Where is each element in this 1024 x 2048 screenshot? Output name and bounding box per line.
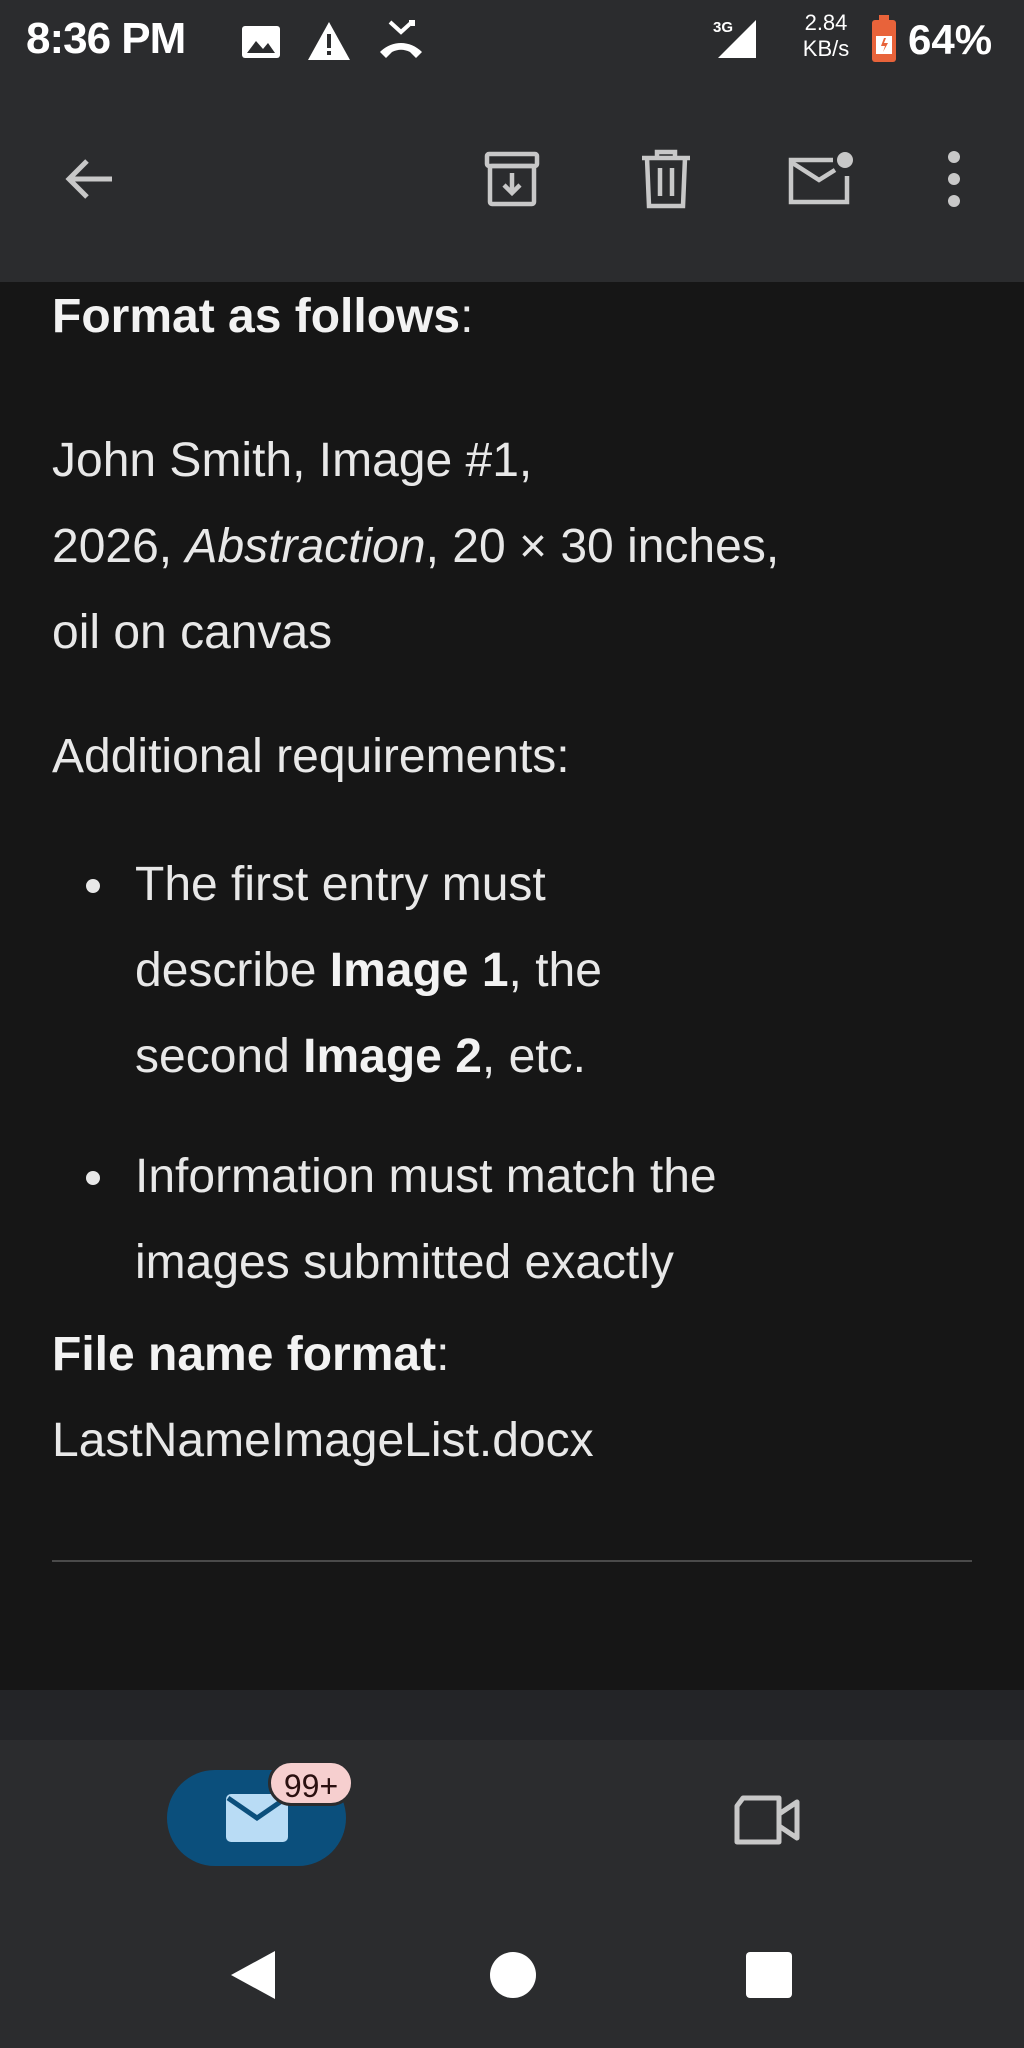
image-icon — [240, 24, 282, 65]
alert-triangle-icon — [306, 20, 352, 67]
net-speed-unit: KB/s — [802, 36, 850, 61]
mark-unread-button[interactable] — [780, 139, 860, 219]
mark-unread-icon — [788, 152, 853, 205]
bullet-information-match: Information must match the images submit… — [135, 1150, 717, 1289]
battery-icon — [870, 14, 898, 69]
trash-icon — [642, 149, 690, 209]
bottom-navigation: 99+ — [0, 1740, 1024, 1900]
system-recents-button[interactable] — [734, 1940, 804, 2010]
bullet-dot — [86, 879, 100, 893]
recents-square-icon — [746, 1952, 792, 1998]
status-time: 8:36 PM — [26, 14, 186, 63]
video-camera-icon — [734, 1795, 800, 1845]
example-title: Abstraction — [185, 520, 426, 573]
system-back-button[interactable] — [218, 1940, 288, 2010]
additional-requirements: Additional requirements: — [52, 730, 570, 783]
missed-call-icon — [376, 18, 426, 67]
network-type: 3G — [713, 19, 733, 36]
archive-icon — [484, 151, 540, 207]
bullet-dot — [86, 1171, 100, 1185]
more-options-button[interactable] — [914, 139, 994, 219]
example-part3: , 20 × 30 inches, — [425, 520, 780, 573]
email-toolbar — [0, 84, 1024, 282]
unread-badge: 99+ — [268, 1760, 354, 1806]
net-speed-value: 2.84 — [804, 10, 848, 35]
more-vert-icon — [948, 151, 960, 207]
file-name-heading: File name format — [52, 1328, 437, 1381]
file-name-format: File name format: LastNameImageList.docx — [52, 1328, 594, 1467]
content-bottom-strip — [0, 1690, 1024, 1740]
format-example: John Smith, Image #1, 2026, Abstraction,… — [52, 418, 972, 676]
back-button[interactable] — [48, 139, 128, 219]
status-bar: 8:36 PM 3G 2.84 KB/s 64% — [0, 0, 1024, 84]
file-name-value: LastNameImageList.docx — [52, 1414, 594, 1467]
divider — [52, 1560, 972, 1562]
email-body: Format as follows: John Smith, Image #1,… — [0, 282, 1024, 1690]
battery-percent: 64% — [908, 16, 993, 63]
net-speed: 2.84 KB/s — [794, 10, 858, 62]
example-part4: oil on canvas — [52, 606, 333, 659]
bullet-first-entry: The first entry must describe Image 1, t… — [135, 858, 602, 1083]
signal-3g-icon: 3G — [712, 14, 760, 67]
example-part2: 2026, — [52, 520, 186, 573]
format-heading: Format as follows — [52, 290, 461, 343]
back-triangle-icon — [231, 1951, 275, 1999]
meet-tab[interactable] — [727, 1780, 807, 1860]
example-part1: John Smith, Image #1, — [52, 434, 533, 487]
arrow-left-icon — [65, 159, 112, 199]
system-home-button[interactable] — [478, 1940, 548, 2010]
format-heading-line: Format as follows: — [52, 290, 474, 343]
system-navigation — [0, 1900, 1024, 2048]
home-circle-icon — [490, 1952, 536, 1998]
delete-button[interactable] — [626, 139, 706, 219]
archive-button[interactable] — [472, 139, 552, 219]
